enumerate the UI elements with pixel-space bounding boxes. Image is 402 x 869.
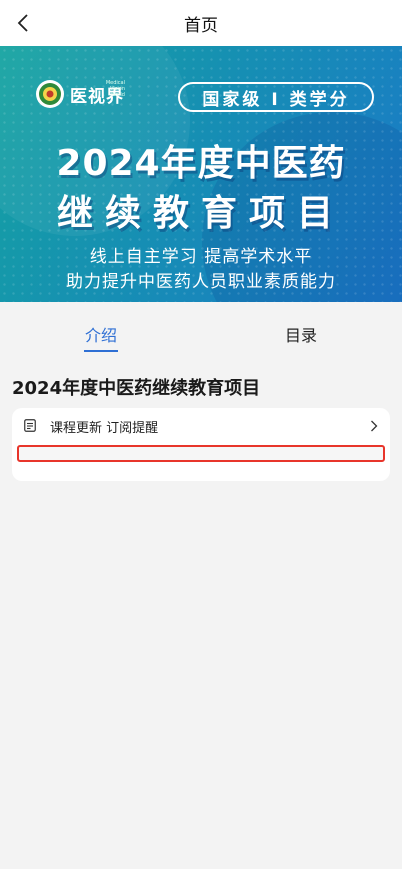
- course-banner[interactable]: 医视界 Medical Vision World 国家级 I 类学分 2024年…: [0, 46, 402, 302]
- banner-subtitle-line2: 助力提升中医药人员职业素质能力: [66, 272, 336, 292]
- tab-bar: 介绍 目录: [0, 302, 402, 362]
- chevron-right-icon: [371, 420, 378, 432]
- subscribe-reminder-row[interactable]: 课程更新 订阅提醒: [12, 408, 390, 444]
- banner-title-line2: 继续教育项目: [56, 193, 345, 234]
- banner-title-line1: 2024年度中医药: [56, 143, 346, 184]
- tab-catalog[interactable]: 目录: [285, 322, 317, 346]
- back-button[interactable]: [12, 11, 34, 35]
- project-title: 2024年度中医药继续教育项目: [12, 378, 261, 399]
- brand-subtitle: Medical Vision World: [105, 80, 125, 98]
- chevron-left-icon: [17, 14, 28, 32]
- document-icon: [24, 419, 36, 432]
- page-title: 首页: [184, 15, 218, 36]
- credit-badge: 国家级 I 类学分: [178, 82, 374, 112]
- banner-subtitle-line1: 线上自主学习 提高学术水平: [89, 247, 313, 267]
- active-tab-indicator: [84, 350, 118, 352]
- brand-emblem-icon: [36, 80, 64, 108]
- intro-card: 课程更新 订阅提醒: [12, 408, 390, 481]
- highlighted-empty-field[interactable]: [17, 445, 385, 462]
- subscribe-reminder-label: 课程更新 订阅提醒: [50, 421, 159, 436]
- tab-intro[interactable]: 介绍: [85, 322, 117, 346]
- top-navigation-bar: 首页: [0, 0, 402, 46]
